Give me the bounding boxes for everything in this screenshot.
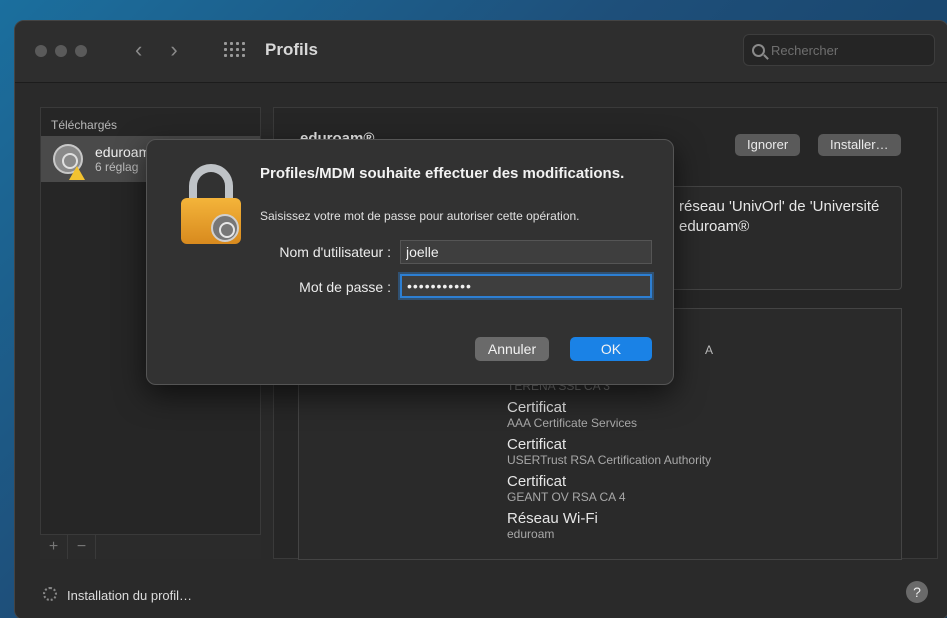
minimize-button[interactable] <box>55 45 67 57</box>
sidebar-footer: + − <box>40 534 261 559</box>
dialog-title: Profiles/MDM souhaite effectuer des modi… <box>260 165 625 182</box>
sidebar-item-subtitle: 6 réglag <box>95 160 139 174</box>
close-button[interactable] <box>35 45 47 57</box>
install-button[interactable]: Installer… <box>818 134 901 156</box>
warning-icon <box>69 166 85 180</box>
cancel-button[interactable]: Annuler <box>475 337 549 361</box>
titlebar: ‹ › Profils <box>15 21 947 83</box>
search-input[interactable] <box>771 42 911 58</box>
description-line-1: réseau 'UnivOrl' de 'Université <box>679 198 880 215</box>
lock-icon <box>181 164 241 244</box>
description-line-2: eduroam® <box>679 218 750 235</box>
entries: Certificat AAA Certificate Services Cert… <box>507 399 711 547</box>
window-title: Profils <box>265 40 318 59</box>
username-label: Nom d'utilisateur : <box>279 244 391 260</box>
ok-button[interactable]: OK <box>570 337 652 361</box>
status-bar: Installation du profil… ? <box>15 571 947 618</box>
navigation: ‹ › <box>135 37 178 63</box>
search-box[interactable] <box>743 34 935 66</box>
back-arrow-icon[interactable]: ‹ <box>135 37 142 63</box>
zoom-button[interactable] <box>75 45 87 57</box>
list-item: Certificat GEANT OV RSA CA 4 <box>507 473 626 504</box>
list-item: Réseau Wi-Fi eduroam <box>507 510 598 541</box>
auth-dialog: Profiles/MDM souhaite effectuer des modi… <box>146 139 674 385</box>
forward-arrow-icon[interactable]: › <box>170 37 177 63</box>
status-text: Installation du profil… <box>67 588 193 603</box>
sidebar-item-label: eduroam <box>95 144 151 160</box>
password-field[interactable] <box>400 274 652 298</box>
help-button[interactable]: ? <box>906 581 928 603</box>
remove-profile-button[interactable]: − <box>68 535 96 559</box>
spinner-icon <box>43 587 57 601</box>
search-icon <box>752 43 765 57</box>
list-item: Certificat USERTrust RSA Certification A… <box>507 436 712 467</box>
window-controls <box>35 45 87 57</box>
password-label: Mot de passe : <box>299 279 391 295</box>
partial-text: A <box>705 343 714 357</box>
ignore-button[interactable]: Ignorer <box>735 134 801 156</box>
username-field[interactable] <box>400 240 652 264</box>
dialog-message: Saisissez votre mot de passe pour autori… <box>260 209 580 223</box>
sidebar-header: Téléchargés <box>51 118 118 132</box>
add-profile-button[interactable]: + <box>40 535 68 559</box>
list-item: Certificat AAA Certificate Services <box>507 399 638 430</box>
show-all-grid-icon[interactable] <box>224 42 245 58</box>
